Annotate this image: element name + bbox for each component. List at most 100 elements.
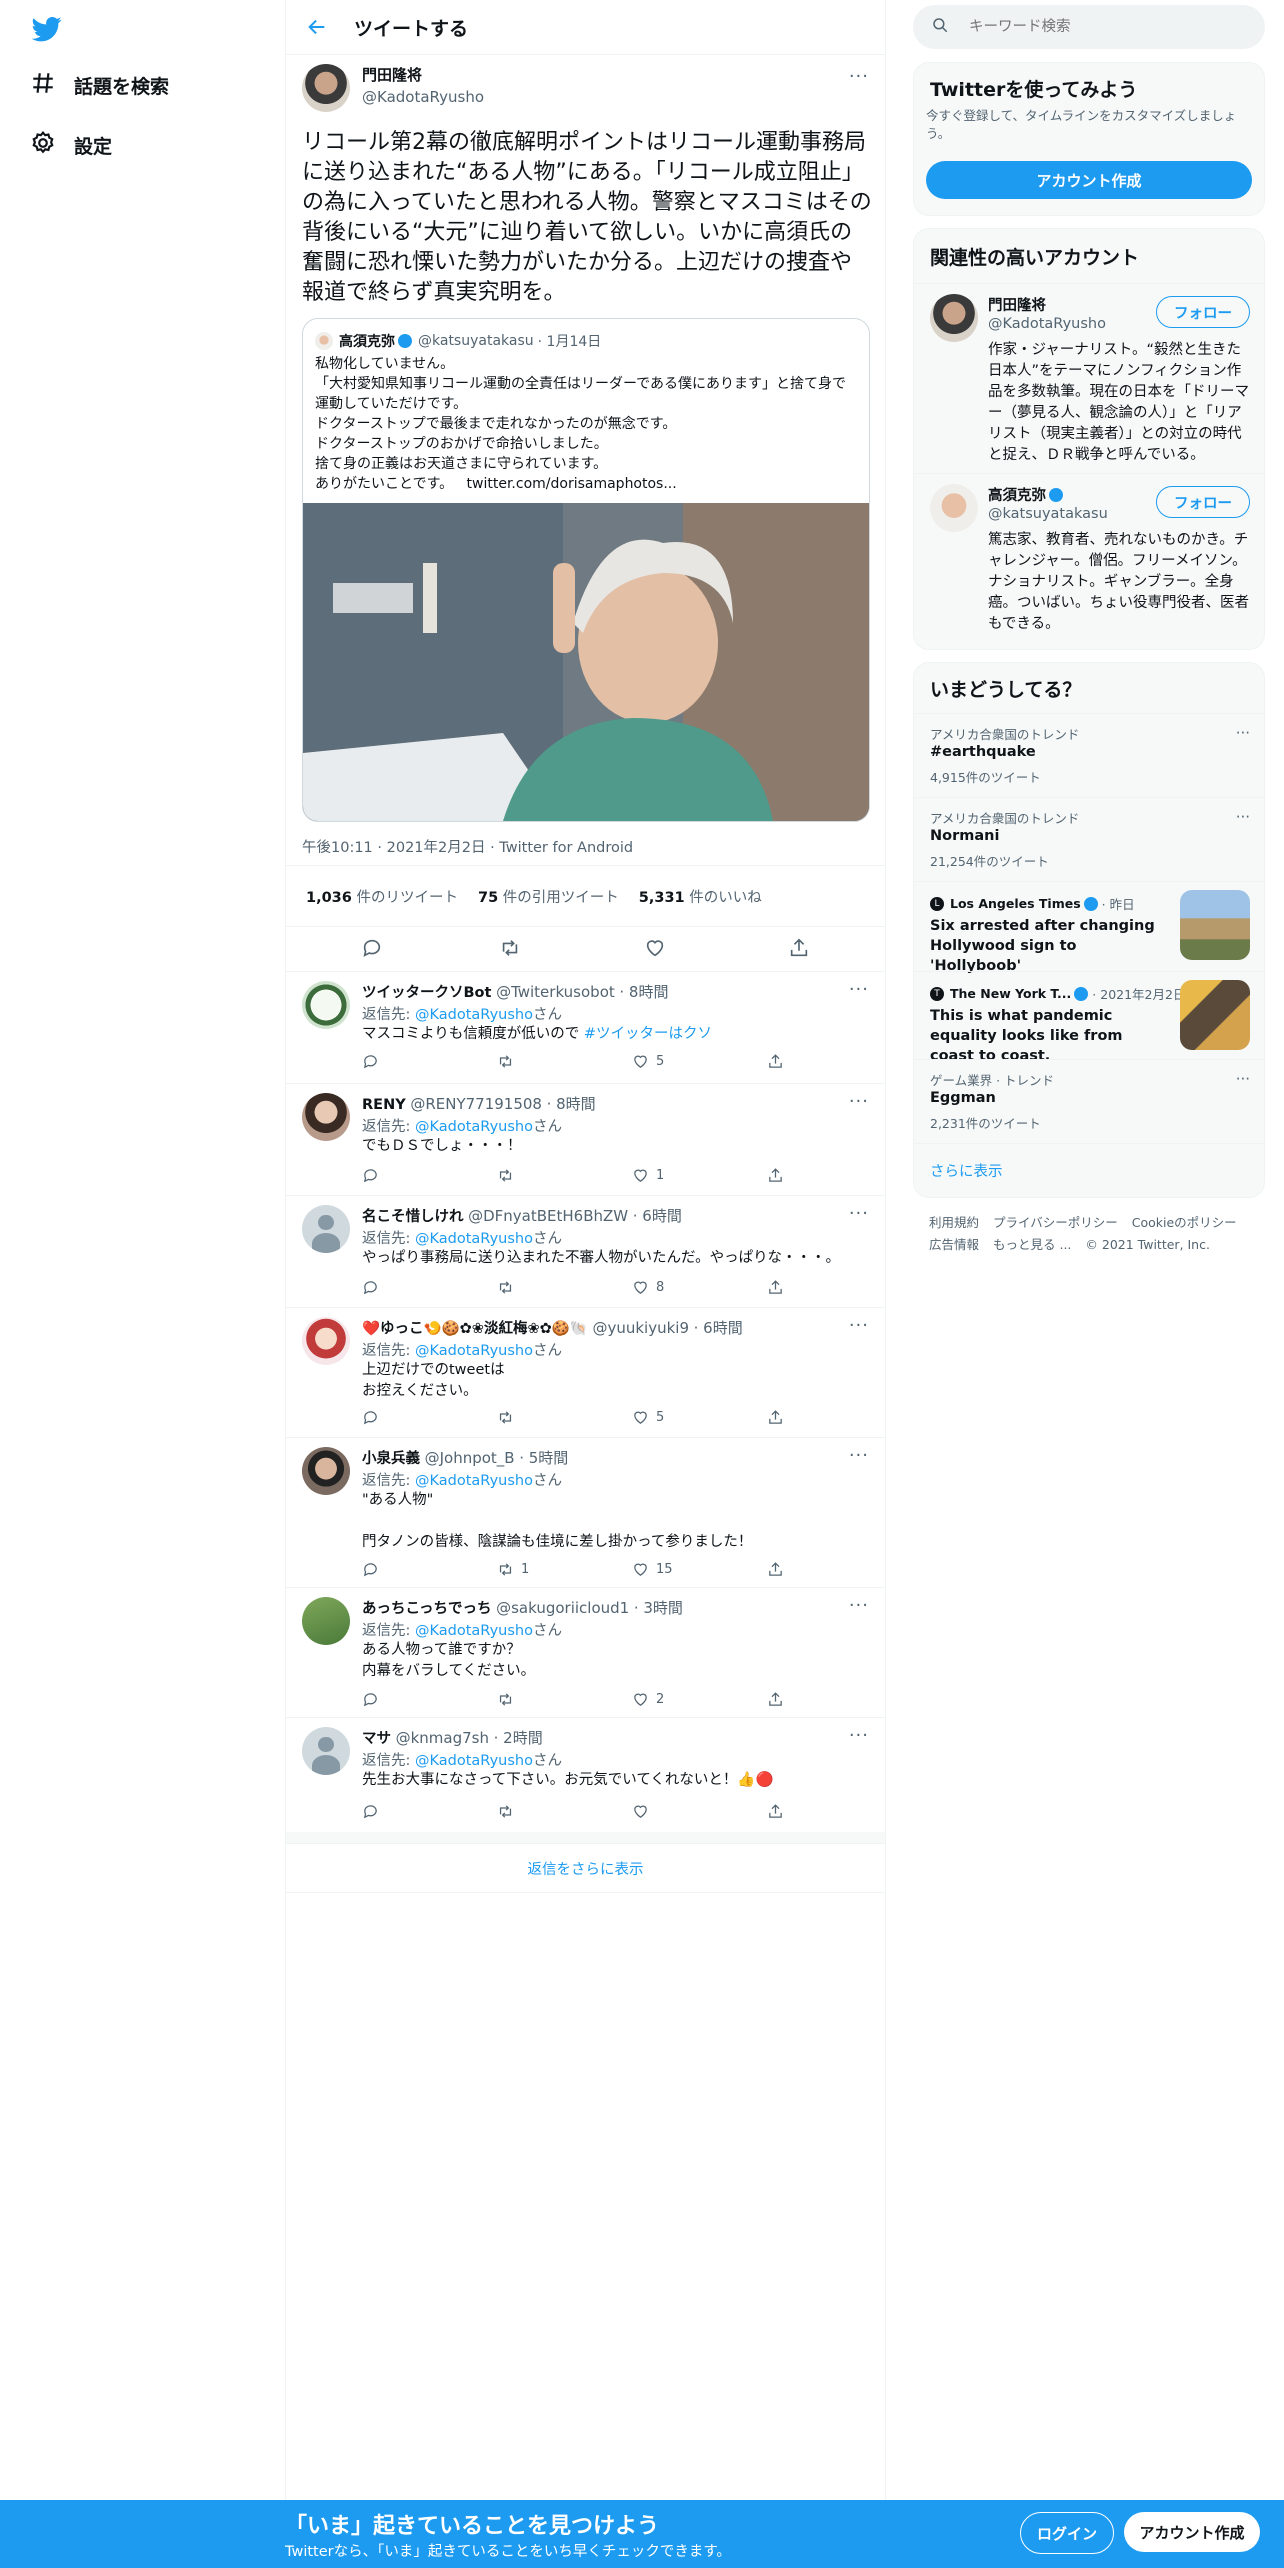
reply-tweet[interactable]: 名こそ惜しけれ @DFnyatBEtH6BhZW · 6時間 ··· 返信先: … <box>286 1195 885 1308</box>
reply-time[interactable]: · 8時間 <box>619 983 668 1001</box>
reply-icon[interactable] <box>362 1803 386 1820</box>
search-box[interactable] <box>913 5 1265 49</box>
reply-handle[interactable]: @RENY77191508 <box>410 1095 542 1113</box>
retweets-stat[interactable]: 1,036 件のリツイート <box>306 886 458 907</box>
reply-icon[interactable] <box>362 1167 386 1184</box>
retweet-icon[interactable] <box>497 1053 521 1070</box>
avatar[interactable] <box>302 64 350 112</box>
account-handle[interactable]: @katsuyatakasu <box>988 506 1108 522</box>
reply-to-handle[interactable]: @KadotaRyusho <box>415 1231 533 1247</box>
more-icon[interactable]: ··· <box>1236 808 1250 826</box>
show-more-replies-link[interactable]: 返信をさらに表示 <box>286 1843 885 1893</box>
reply-to-handle[interactable]: @KadotaRyusho <box>415 1753 533 1769</box>
avatar[interactable] <box>302 1597 350 1645</box>
reply-tweet[interactable]: マサ @knmag7sh · 2時間 ··· 返信先: @KadotaRyush… <box>286 1717 885 1832</box>
reply-time[interactable]: · 2時間 <box>494 1729 543 1747</box>
create-account-button[interactable]: アカウント作成 <box>926 161 1252 199</box>
like-icon[interactable]: 2 <box>632 1691 664 1708</box>
more-icon[interactable]: ··· <box>849 1725 869 1746</box>
reply-time[interactable]: · 3時間 <box>634 1599 683 1617</box>
trend-item[interactable]: アメリカ合衆国のトレンド Normani 21,254件のツイート ··· <box>914 797 1264 882</box>
more-icon[interactable]: ··· <box>1236 724 1250 742</box>
reply-tweet[interactable]: ツイッタークソBot @Twiterkusobot · 8時間 ··· 返信先:… <box>286 971 885 1084</box>
reply-tweet[interactable]: あっちこっちでっち @sakugoriicloud1 · 3時間 ··· 返信先… <box>286 1587 885 1718</box>
account-name[interactable]: 高須克弥 <box>988 484 1063 505</box>
login-button[interactable]: ログイン <box>1020 2512 1114 2554</box>
reply-tweet[interactable]: RENY @RENY77191508 · 8時間 ··· 返信先: @Kadot… <box>286 1083 885 1196</box>
news-item[interactable]: T The New York T... · 2021年2月2日 This is wh… <box>914 971 1264 1064</box>
reply-name[interactable]: マサ <box>362 1731 391 1747</box>
signup-button[interactable]: アカウント作成 <box>1124 2512 1260 2552</box>
footer-link-ads[interactable]: 広告情報 <box>929 1237 979 1252</box>
share-icon[interactable] <box>767 1561 791 1578</box>
reply-handle[interactable]: @DFnyatBEtH6BhZW <box>468 1207 628 1225</box>
reply-to-handle[interactable]: @KadotaRyusho <box>415 1343 533 1359</box>
quotes-stat[interactable]: 75 件の引用ツイート <box>478 886 619 907</box>
reply-icon[interactable] <box>362 1561 386 1578</box>
footer-link-cookies[interactable]: Cookieのポリシー <box>1132 1215 1237 1230</box>
follow-button[interactable]: フォロー <box>1156 296 1250 328</box>
quote-photo[interactable] <box>303 503 869 821</box>
reply-handle[interactable]: @Twiterkusobot <box>496 983 615 1001</box>
like-icon[interactable] <box>632 1803 656 1820</box>
avatar[interactable] <box>302 1727 350 1775</box>
reply-to-handle[interactable]: @KadotaRyusho <box>415 1007 533 1023</box>
avatar[interactable] <box>302 981 350 1029</box>
reply-time[interactable]: · 8時間 <box>547 1095 596 1113</box>
share-icon[interactable] <box>767 1279 791 1296</box>
footer-link-terms[interactable]: 利用規約 <box>929 1215 979 1230</box>
footer-link-more[interactable]: もっと見る ... <box>993 1237 1071 1252</box>
reply-tweet[interactable]: 小泉兵義 @Johnpot_B · 5時間 ··· 返信先: @KadotaRy… <box>286 1437 885 1588</box>
more-icon[interactable]: ··· <box>849 1445 869 1466</box>
reply-name[interactable]: ❤️ゆっこ🍤🍪✿❀淡紅梅❀✿🍪🐚 <box>362 1321 588 1337</box>
retweet-icon[interactable] <box>497 1279 521 1296</box>
reply-name[interactable]: 名こそ惜しけれ <box>362 1209 464 1225</box>
avatar[interactable] <box>930 294 978 342</box>
more-icon[interactable]: ··· <box>1236 1070 1250 1088</box>
search-input[interactable] <box>967 18 1221 36</box>
related-account[interactable]: 門田隆将 @KadotaRyusho フォロー 作家・ジャーナリスト。“毅然と生… <box>914 283 1264 474</box>
retweet-icon[interactable] <box>497 1167 521 1184</box>
reply-handle[interactable]: @knmag7sh <box>396 1729 489 1747</box>
more-icon[interactable]: ··· <box>849 1203 869 1224</box>
show-more-link[interactable]: さらに表示 <box>930 1160 1003 1181</box>
reply-icon[interactable] <box>361 937 383 959</box>
share-icon[interactable] <box>767 1803 791 1820</box>
reply-name[interactable]: ツイッタークソBot <box>362 985 491 1001</box>
reply-to-handle[interactable]: @KadotaRyusho <box>415 1473 533 1489</box>
reply-to-handle[interactable]: @KadotaRyusho <box>415 1623 533 1639</box>
hashtag-link[interactable]: #ツイッターはクソ <box>584 1026 712 1042</box>
reply-time[interactable]: · 6時間 <box>633 1207 682 1225</box>
share-icon[interactable] <box>767 1691 791 1708</box>
reply-handle[interactable]: @yuukiyuki9 <box>592 1319 689 1337</box>
retweet-icon[interactable] <box>497 1409 521 1426</box>
avatar[interactable] <box>302 1205 350 1253</box>
avatar[interactable] <box>302 1447 350 1495</box>
reply-handle[interactable]: @sakugoriicloud1 <box>496 1599 629 1617</box>
like-icon[interactable]: 15 <box>632 1561 673 1578</box>
more-icon[interactable]: ··· <box>849 1595 869 1616</box>
author-handle[interactable]: @KadotaRyusho <box>362 88 484 106</box>
share-icon[interactable] <box>767 1053 791 1070</box>
reply-icon[interactable] <box>362 1279 386 1296</box>
reply-name[interactable]: RENY <box>362 1097 406 1113</box>
reply-time[interactable]: · 5時間 <box>519 1449 568 1467</box>
trend-item[interactable]: アメリカ合衆国のトレンド #earthquake 4,915件のツイート ··· <box>914 713 1264 798</box>
share-icon[interactable] <box>767 1409 791 1426</box>
more-icon[interactable]: ··· <box>849 1091 869 1112</box>
tweet-author[interactable]: 門田隆将 @KadotaRyusho <box>302 64 484 112</box>
nav-explore[interactable]: 話題を検索 <box>30 70 169 101</box>
share-icon[interactable] <box>767 1167 791 1184</box>
arrow-left-icon[interactable] <box>306 16 328 38</box>
twitter-bird-icon[interactable] <box>30 14 64 44</box>
reply-icon[interactable] <box>362 1409 386 1426</box>
reply-tweet[interactable]: ❤️ゆっこ🍤🍪✿❀淡紅梅❀✿🍪🐚 @yuukiyuki9 · 6時間 ··· 返… <box>286 1307 885 1438</box>
retweet-icon[interactable]: 1 <box>497 1561 529 1578</box>
more-icon[interactable]: ··· <box>849 979 869 1000</box>
news-item[interactable]: L Los Angeles Times · 昨日 Six arrested afte… <box>914 881 1264 974</box>
retweet-icon[interactable] <box>497 1691 521 1708</box>
show-more-trends[interactable]: さらに表示 <box>914 1143 1264 1197</box>
likes-stat[interactable]: 5,331 件のいいね <box>639 886 762 907</box>
like-icon[interactable]: 1 <box>632 1167 664 1184</box>
like-icon[interactable]: 5 <box>632 1053 664 1070</box>
